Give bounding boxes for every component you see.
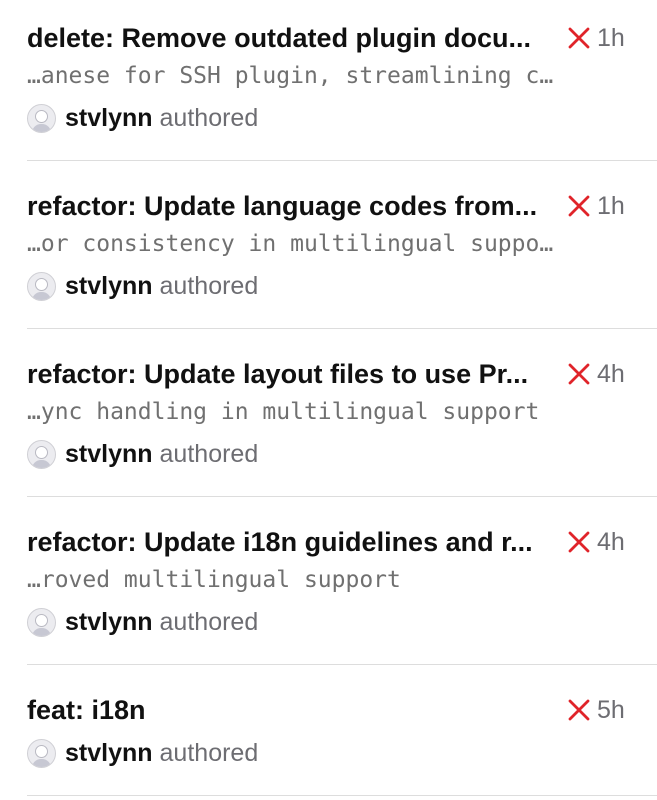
separator <box>27 664 657 665</box>
failed-x-icon <box>566 25 592 51</box>
author-name[interactable]: stvlynn <box>65 269 153 303</box>
commit-description: …ync handling in multilingual support <box>27 399 540 425</box>
author-row[interactable]: stvlynn authored <box>27 101 258 135</box>
author-name[interactable]: stvlynn <box>65 437 153 471</box>
commit-status[interactable]: 4h <box>566 357 646 391</box>
commit-title: delete: Remove outdated plugin docu... <box>27 23 532 53</box>
separator <box>27 328 657 329</box>
author-row[interactable]: stvlynn authored <box>27 605 258 639</box>
failed-x-icon <box>566 529 592 555</box>
commit-description: …or consistency in multilingual suppo… <box>27 231 554 257</box>
commit-description: …anese for SSH plugin, streamlining c… <box>27 63 554 89</box>
commit-time: 1h <box>597 192 625 220</box>
authored-label: authored <box>159 739 259 767</box>
commit-status[interactable]: 1h <box>566 21 646 55</box>
avatar <box>27 271 56 301</box>
commit-description: …roved multilingual support <box>27 567 401 593</box>
commit-title: refactor: Update i18n guidelines and r..… <box>27 527 533 557</box>
authored-label: authored <box>159 440 259 468</box>
failed-x-icon <box>566 697 592 723</box>
commit-status[interactable]: 1h <box>566 189 646 223</box>
authored-label: authored <box>159 272 259 300</box>
author-row[interactable]: stvlynn authored <box>27 437 258 471</box>
avatar <box>27 439 56 469</box>
commit-title: feat: i18n <box>27 695 146 725</box>
authored-label: authored <box>159 608 259 636</box>
author-name[interactable]: stvlynn <box>65 101 153 135</box>
commit-time: 5h <box>597 696 625 724</box>
commit-title: refactor: Update layout files to use Pr.… <box>27 359 529 389</box>
separator <box>27 496 657 497</box>
avatar <box>27 103 56 133</box>
failed-x-icon <box>566 361 592 387</box>
avatar <box>27 607 56 637</box>
authored-label: authored <box>159 104 259 132</box>
commit-list: delete: Remove outdated plugin docu... 1… <box>0 0 657 800</box>
commit-title: refactor: Update language codes from... <box>27 191 538 221</box>
commit-time: 4h <box>597 528 625 556</box>
commit-status[interactable]: 4h <box>566 525 646 559</box>
commit-time: 1h <box>597 24 625 52</box>
avatar <box>27 738 56 768</box>
author-name[interactable]: stvlynn <box>65 605 153 639</box>
commit-status[interactable]: 5h <box>566 693 646 727</box>
failed-x-icon <box>566 193 592 219</box>
commit-time: 4h <box>597 360 625 388</box>
author-row[interactable]: stvlynn authored <box>27 736 258 770</box>
author-name[interactable]: stvlynn <box>65 736 153 770</box>
separator <box>27 160 657 161</box>
separator <box>27 795 657 796</box>
author-row[interactable]: stvlynn authored <box>27 269 258 303</box>
